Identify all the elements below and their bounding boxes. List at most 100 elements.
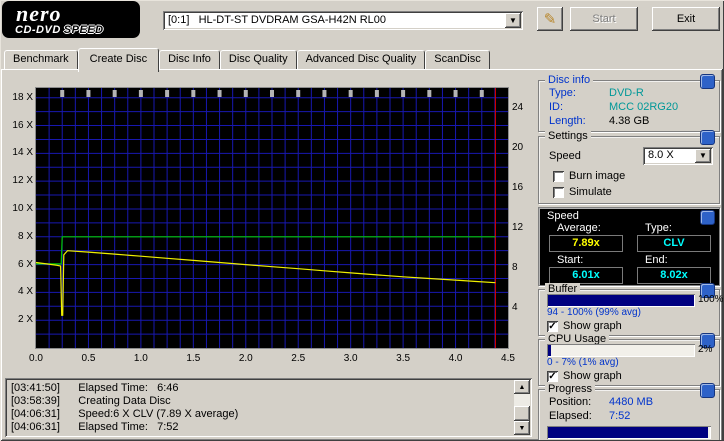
average-speed-value: 7.89x <box>549 235 623 252</box>
speed-type-label: Type: <box>645 222 672 234</box>
speed-select[interactable]: 8.0 X ▼ <box>643 147 713 165</box>
start-speed-label: Start: <box>557 254 584 266</box>
cpu-percent: 2% <box>698 344 713 355</box>
speed-type-value: CLV <box>637 235 711 252</box>
disc-type-label: Type: <box>549 87 576 99</box>
cpu-bar-fill <box>548 345 551 356</box>
end-speed-label: End: <box>645 254 668 266</box>
y-axis-label-left: 10 X <box>12 202 33 214</box>
buffer-show-graph-checkbox[interactable]: ✓ <box>547 320 558 332</box>
buffer-section: Buffer 100% 94 - 100% (99% avg) ✓ Show g… <box>538 283 724 336</box>
cpu-show-graph-label: Show graph <box>563 370 622 382</box>
x-axis-label: 4.5 <box>501 353 515 364</box>
nero-product-text: CD-DVD SPEED <box>15 24 104 36</box>
buffer-show-graph-option: ✓ Show graph <box>547 320 622 332</box>
start-speed-value: 6.01x <box>549 267 623 284</box>
cpu-usage-section: CPU Usage 2% 0 - 7% (1% avg) ✓ Show grap… <box>538 333 720 386</box>
tab-benchmark[interactable]: Benchmark <box>4 50 78 69</box>
y-axis-label-left: 2 X <box>17 314 33 326</box>
drive-select-value: [0:1] HL-DT-ST DVDRAM GSA-H42N RL00 <box>168 14 387 26</box>
burn-image-label: Burn image <box>569 170 626 182</box>
start-button[interactable]: Start <box>570 7 638 31</box>
log-lines: [03:41:50] Elapsed Time: 6:46 [03:58:39] … <box>11 382 510 434</box>
start-button-label: Start <box>592 13 616 25</box>
hand-tool-icon: ✎ <box>543 11 557 28</box>
tab-bar: Benchmark Create Disc Disc Info Disc Qualit… <box>4 48 490 72</box>
disc-info-section: Disc info Type: DVD-R ID: MCC 02RG20 Len… <box>538 74 720 132</box>
buffer-percent: 100% <box>698 294 724 305</box>
x-axis-label: 0.5 <box>81 353 96 364</box>
buffer-bar <box>547 294 695 307</box>
burn-image-checkbox[interactable] <box>553 170 564 182</box>
y-axis-label-left: 16 X <box>12 119 33 131</box>
progress-position-row: Position: 4480 MB <box>549 396 713 409</box>
cpu-range-text: 0 - 7% (1% avg) <box>547 357 619 368</box>
buffer-bar-fill <box>548 295 694 306</box>
tab-advanced-disc-quality[interactable]: Advanced Disc Quality <box>296 50 426 69</box>
settings-title: Settings <box>545 130 591 143</box>
nero-logo: nero CD-DVD SPEED <box>2 1 140 38</box>
speed-setting-label: Speed <box>549 150 581 162</box>
exit-button[interactable]: Exit <box>652 7 720 31</box>
y-axis-label-left: 4 X <box>17 286 33 298</box>
y-axis-label-right: 24 <box>512 102 524 113</box>
average-speed-label: Average: <box>557 222 601 234</box>
disc-id-label: ID: <box>549 101 564 113</box>
log-line: [04:06:31] Elapsed Time: 7:52 <box>11 421 179 433</box>
disc-type-row: Type: DVD-R <box>549 87 713 100</box>
cpu-show-graph-option: ✓ Show graph <box>547 370 622 382</box>
hand-tool-button[interactable]: ✎ <box>537 7 563 31</box>
x-axis-label: 2.5 <box>291 353 306 364</box>
scrollbar-up-button[interactable]: ▲ <box>514 380 530 394</box>
x-axis-label: 0.0 <box>29 353 43 364</box>
scrollbar-thumb[interactable] <box>514 406 530 421</box>
y-axis-label-left: 8 X <box>17 230 33 242</box>
y-axis-label-left: 18 X <box>12 91 33 103</box>
y-axis-label-right: 8 <box>512 262 518 273</box>
disc-length-value: 4.38 GB <box>609 115 650 127</box>
progress-section: Progress Position: 4480 MB Elapsed: 7:52 <box>538 383 720 441</box>
disc-id-row: ID: MCC 02RG20 <box>549 101 713 114</box>
x-axis-label: 4.0 <box>448 353 463 364</box>
burn-image-option: Burn image <box>553 170 625 182</box>
y-axis-label-right: 16 <box>512 182 524 193</box>
logo-product-right: SPEED <box>63 24 104 36</box>
progress-bar <box>547 426 711 439</box>
log-line: [03:41:50] Elapsed Time: 6:46 <box>11 382 179 394</box>
settings-section: Settings Speed 8.0 X ▼ Burn image Simula… <box>538 130 720 204</box>
simulate-label: Simulate <box>569 186 612 198</box>
tab-disc-info[interactable]: Disc Info <box>159 50 220 69</box>
scroll-down-icon: ▼ <box>518 424 526 432</box>
chevron-down-icon: ▼ <box>509 15 517 25</box>
y-axis-label-left: 12 X <box>12 175 33 187</box>
simulate-option: Simulate <box>553 186 612 198</box>
progress-position-value: 4480 MB <box>609 396 654 408</box>
tab-disc-quality[interactable]: Disc Quality <box>219 50 297 69</box>
progress-elapsed-label: Elapsed: <box>549 410 592 422</box>
cpu-show-graph-checkbox[interactable]: ✓ <box>547 370 558 382</box>
x-axis-label: 2.0 <box>238 353 253 364</box>
tab-create-disc[interactable]: Create Disc <box>77 48 160 72</box>
x-axis-label: 3.5 <box>396 353 411 364</box>
y-axis-label-right: 20 <box>512 142 524 153</box>
chevron-down-icon: ▼ <box>699 151 707 160</box>
simulate-checkbox[interactable] <box>553 186 564 198</box>
cpu-bar <box>547 344 695 357</box>
drive-select-arrow-button[interactable]: ▼ <box>505 13 521 28</box>
disc-type-value: DVD-R <box>609 87 644 99</box>
log-line: [03:58:39] Creating Data Disc <box>11 395 171 407</box>
tab-scandisc[interactable]: ScanDisc <box>425 50 490 69</box>
disc-length-label: Length: <box>549 115 586 127</box>
logo-product-left: CD-DVD <box>15 24 61 36</box>
exit-button-label: Exit <box>676 13 696 25</box>
speed-select-arrow-button[interactable]: ▼ <box>695 149 711 163</box>
x-axis-label: 3.0 <box>343 353 358 364</box>
y-axis-label-left: 14 X <box>12 147 33 159</box>
scroll-up-icon: ▲ <box>518 383 526 391</box>
drive-select[interactable]: [0:1] HL-DT-ST DVDRAM GSA-H42N RL00 ▼ <box>163 11 523 30</box>
buffer-range-text: 94 - 100% (99% avg) <box>547 307 641 318</box>
event-log: [03:41:50] Elapsed Time: 6:46 [03:58:39] … <box>5 378 532 437</box>
x-axis-label: 1.0 <box>133 353 148 364</box>
scrollbar-down-button[interactable]: ▼ <box>514 421 530 435</box>
disc-info-title: Disc info <box>545 74 594 87</box>
